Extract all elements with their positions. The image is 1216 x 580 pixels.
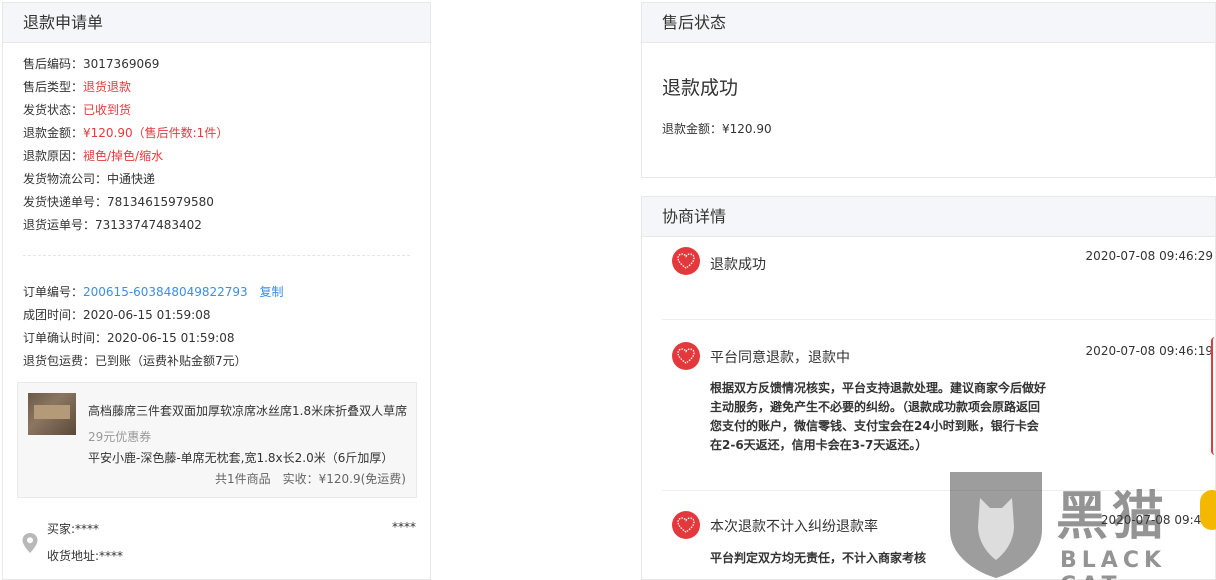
timeline-time: 2020-07-08 09:46:29 [1085, 249, 1213, 263]
product-spec: 平安小鹿-深色藤-单席无枕套,宽1.8x长2.0米（6斤加厚） [88, 451, 394, 465]
buyer-name: 买家:**** [47, 522, 100, 536]
refund-application-panel: 退款申请单 售后编码：3017369069 售后类型：退货退款 发货状态：已收到… [2, 2, 431, 580]
order-number: 订单编号：200615-603848049822793 复制 [23, 285, 284, 299]
divider [662, 319, 1215, 320]
negotiation-detail-title: 协商详情 [642, 197, 1215, 237]
timeline-time: 2020-07-08 09:46: [1100, 513, 1213, 527]
order-confirm-time: 订单确认时间：2020-06-15 01:59:08 [23, 331, 235, 345]
timeline-title: 退款成功 [710, 257, 766, 273]
location-pin-icon [22, 533, 38, 553]
return-tracking-no: 退货运单号：73133747483402 [23, 218, 202, 232]
heart-icon [672, 342, 700, 370]
status-refund-amount: 退款金额：¥120.90 [662, 122, 772, 136]
after-sale-status-panel: 售后状态 退款成功 退款金额：¥120.90 [641, 2, 1216, 178]
refund-status: 退款成功 [662, 77, 739, 99]
heart-icon [672, 247, 700, 275]
timeline-title: 本次退款不计入纠纷退款率 [710, 519, 878, 535]
divider [662, 490, 1215, 491]
refund-reason: 退款原因：褪色/掉色/缩水 [23, 149, 164, 163]
copy-button[interactable]: 复制 [260, 285, 284, 299]
shipping-tracking-no: 发货快递单号：78134615979580 [23, 195, 214, 209]
logistics-company: 发货物流公司：中通快递 [23, 172, 156, 186]
refund-amount: 退款金额：¥120.90（售后件数:1件） [23, 126, 229, 140]
product-coupon: 29元优惠券 [88, 430, 152, 444]
buyer-phone: **** [392, 520, 416, 534]
timeline-title: 平台同意退款，退款中 [710, 350, 850, 366]
product-total: 共1件商品 实收：¥120.9(免运费) [215, 472, 406, 486]
scroll-indicator[interactable] [1211, 337, 1215, 455]
timeline-time: 2020-07-08 09:46:19 [1085, 344, 1213, 358]
after-sale-type: 售后类型：退货退款 [23, 80, 132, 94]
product-thumbnail[interactable] [28, 393, 76, 435]
negotiation-detail-panel: 协商详情 退款成功 2020-07-08 09:46:29 平台同意退款，退款中… [641, 196, 1216, 580]
shipping-address: 收货地址:**** [47, 549, 124, 563]
after-sale-status-title: 售后状态 [642, 3, 1215, 43]
divider [23, 255, 410, 256]
order-number-link[interactable]: 200615-603848049822793 [83, 285, 248, 299]
after-sale-code: 售后编码：3017369069 [23, 57, 160, 71]
goods-card[interactable]: 高档藤席三件套双面加厚软凉席冰丝席1.8米床折叠双人草席 29元优惠券 平安小鹿… [17, 382, 417, 498]
timeline-description: 平台判定双方均无责任，不计入商家考核 [710, 551, 927, 565]
product-title[interactable]: 高档藤席三件套双面加厚软凉席冰丝席1.8米床折叠双人草席 [88, 402, 407, 419]
heart-icon [672, 511, 700, 539]
return-shipping-fee: 退货包运费：已到账（运费补贴金额7元） [23, 354, 247, 368]
timeline-description: 根据双方反馈情况核实，平台支持退款处理。建议商家今后做好主动服务，避免产生不必要… [710, 381, 1047, 452]
group-time: 成团时间：2020-06-15 01:59:08 [23, 308, 211, 322]
shipping-status: 发货状态：已收到货 [23, 103, 132, 117]
refund-application-title: 退款申请单 [3, 3, 430, 43]
